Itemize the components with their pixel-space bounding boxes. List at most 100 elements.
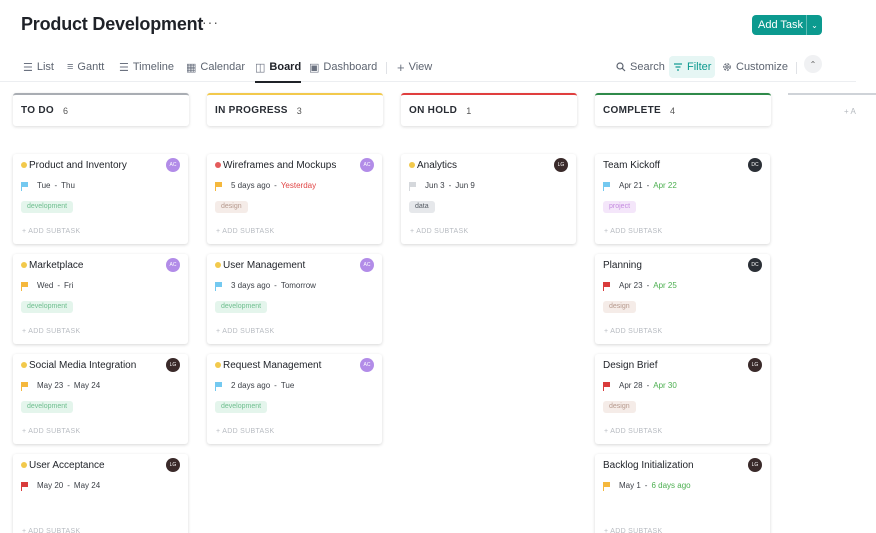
task-dates[interactable]: Apr 21- Apr 22: [619, 181, 677, 190]
priority-flag-icon[interactable]: [603, 482, 611, 491]
task-name[interactable]: User Management: [223, 260, 305, 271]
task-dates[interactable]: Apr 28- Apr 30: [619, 381, 677, 390]
tag-badge[interactable]: development: [21, 301, 74, 313]
column-header-in-progress[interactable]: IN PROGRESS 3: [207, 93, 383, 126]
column-header-todo[interactable]: TO DO 6: [13, 93, 189, 126]
task-card[interactable]: Planning DC Apr 23- Apr 25 design + ADD SUBTA…: [595, 254, 770, 344]
task-dates[interactable]: 5 days ago - Yesterday: [231, 181, 316, 190]
status-dot-icon[interactable]: [215, 262, 221, 268]
tag-badge[interactable]: development: [215, 301, 268, 313]
task-dates[interactable]: Wed - Fri: [37, 281, 73, 290]
add-subtask-button[interactable]: + ADD SUBTASK: [22, 328, 80, 335]
avatar[interactable]: AC: [166, 158, 180, 172]
filter-button[interactable]: Filter: [669, 56, 716, 78]
avatar[interactable]: DC: [748, 258, 762, 272]
task-card[interactable]: Analytics LG Jun 3- Jun 9 data + ADD SUBTASK: [401, 154, 576, 244]
task-card[interactable]: Marketplace AC Wed - Fri development + ADD SUB…: [13, 254, 188, 344]
task-name[interactable]: Social Media Integration: [29, 360, 136, 371]
column-header-complete[interactable]: COMPLETE 4: [595, 93, 771, 126]
status-dot-icon[interactable]: [21, 362, 27, 368]
tag-badge[interactable]: development: [21, 201, 74, 213]
task-dates[interactable]: Apr 23- Apr 25: [619, 281, 677, 290]
more-options-icon[interactable]: ···: [202, 14, 219, 30]
task-name[interactable]: Request Management: [223, 360, 321, 371]
chevron-down-icon[interactable]: ⌄: [806, 15, 822, 35]
task-card[interactable]: Social Media Integration LG May 23- May 24 d…: [13, 354, 188, 444]
add-subtask-button[interactable]: + ADD SUBTASK: [216, 228, 274, 235]
task-name[interactable]: Design Brief: [603, 360, 657, 371]
task-dates[interactable]: Tue - Thu: [37, 181, 75, 190]
avatar[interactable]: LG: [166, 458, 180, 472]
add-subtask-button[interactable]: + ADD SUBTASK: [22, 428, 80, 435]
priority-flag-icon[interactable]: [603, 382, 611, 391]
add-subtask-button[interactable]: + ADD SUBTASK: [604, 528, 662, 533]
tag-badge[interactable]: design: [215, 201, 248, 213]
priority-flag-icon[interactable]: [21, 182, 29, 191]
task-dates[interactable]: May 23- May 24: [37, 381, 100, 390]
tag-badge[interactable]: project: [603, 201, 637, 213]
priority-flag-icon[interactable]: [215, 382, 223, 391]
avatar[interactable]: AC: [360, 358, 374, 372]
avatar[interactable]: DC: [748, 158, 762, 172]
add-task-button[interactable]: Add Task ⌄: [752, 15, 822, 35]
avatar[interactable]: AC: [360, 258, 374, 272]
add-subtask-button[interactable]: + ADD SUBTASK: [604, 428, 662, 435]
priority-flag-icon[interactable]: [215, 282, 223, 291]
priority-flag-icon[interactable]: [21, 482, 29, 491]
add-subtask-button[interactable]: + ADD SUBTASK: [410, 228, 468, 235]
add-subtask-button[interactable]: + ADD SUBTASK: [22, 228, 80, 235]
tab-gantt[interactable]: ≡ Gantt: [67, 56, 104, 78]
status-dot-icon[interactable]: [409, 162, 415, 168]
search-button[interactable]: Search: [612, 56, 669, 78]
tag-badge[interactable]: data: [409, 201, 435, 213]
task-card[interactable]: Team Kickoff DC Apr 21- Apr 22 project + ADD …: [595, 154, 770, 244]
task-name[interactable]: Analytics: [417, 160, 457, 171]
tab-calendar[interactable]: ▦ Calendar: [186, 56, 245, 78]
task-name[interactable]: Team Kickoff: [603, 160, 660, 171]
avatar[interactable]: LG: [748, 458, 762, 472]
priority-flag-icon[interactable]: [603, 282, 611, 291]
priority-flag-icon[interactable]: [21, 282, 29, 291]
task-card[interactable]: User Acceptance LG May 20- May 24 + ADD SUBT…: [13, 454, 188, 533]
tag-badge[interactable]: design: [603, 401, 636, 413]
status-dot-icon[interactable]: [215, 362, 221, 368]
add-subtask-button[interactable]: + ADD SUBTASK: [22, 528, 80, 533]
task-name[interactable]: Product and Inventory: [29, 160, 127, 171]
status-dot-icon[interactable]: [21, 462, 27, 468]
task-dates[interactable]: Jun 3- Jun 9: [425, 181, 475, 190]
task-dates[interactable]: 3 days ago - Tomorrow: [231, 281, 316, 290]
status-dot-icon[interactable]: [21, 162, 27, 168]
avatar[interactable]: AC: [360, 158, 374, 172]
priority-flag-icon[interactable]: [409, 182, 417, 191]
add-view-button[interactable]: + View: [397, 56, 432, 78]
add-subtask-button[interactable]: + ADD SUBTASK: [604, 328, 662, 335]
priority-flag-icon[interactable]: [21, 382, 29, 391]
task-name[interactable]: Wireframes and Mockups: [223, 160, 336, 171]
task-card[interactable]: Design Brief LG Apr 28- Apr 30 design + ADD S…: [595, 354, 770, 444]
task-dates[interactable]: May 20- May 24: [37, 481, 100, 490]
customize-button[interactable]: Customize: [718, 56, 792, 78]
task-name[interactable]: User Acceptance: [29, 460, 105, 471]
add-subtask-button[interactable]: + ADD SUBTASK: [216, 428, 274, 435]
avatar[interactable]: LG: [748, 358, 762, 372]
task-name[interactable]: Backlog Initialization: [603, 460, 694, 471]
task-card[interactable]: Request Management AC 2 days ago - Tue develo…: [207, 354, 382, 444]
tag-badge[interactable]: design: [603, 301, 636, 313]
task-dates[interactable]: 2 days ago - Tue: [231, 381, 294, 390]
task-name[interactable]: Planning: [603, 260, 642, 271]
status-dot-icon[interactable]: [21, 262, 27, 268]
tab-dashboard[interactable]: ▣ Dashboard: [309, 56, 377, 78]
avatar[interactable]: LG: [166, 358, 180, 372]
collapse-icon[interactable]: ⌃: [804, 55, 822, 73]
tab-list[interactable]: ☰ List: [23, 56, 54, 78]
task-card[interactable]: Wireframes and Mockups AC 5 days ago - Yeste…: [207, 154, 382, 244]
task-card[interactable]: Product and Inventory AC Tue - Thu developmen…: [13, 154, 188, 244]
status-dot-icon[interactable]: [215, 162, 221, 168]
tag-badge[interactable]: development: [215, 401, 268, 413]
avatar[interactable]: LG: [554, 158, 568, 172]
task-card[interactable]: Backlog Initialization LG May 1-6 days ago…: [595, 454, 770, 533]
add-subtask-button[interactable]: + ADD SUBTASK: [216, 328, 274, 335]
add-column-button[interactable]: + A: [788, 93, 876, 126]
tab-board[interactable]: ◫ Board: [255, 56, 302, 83]
task-name[interactable]: Marketplace: [29, 260, 83, 271]
